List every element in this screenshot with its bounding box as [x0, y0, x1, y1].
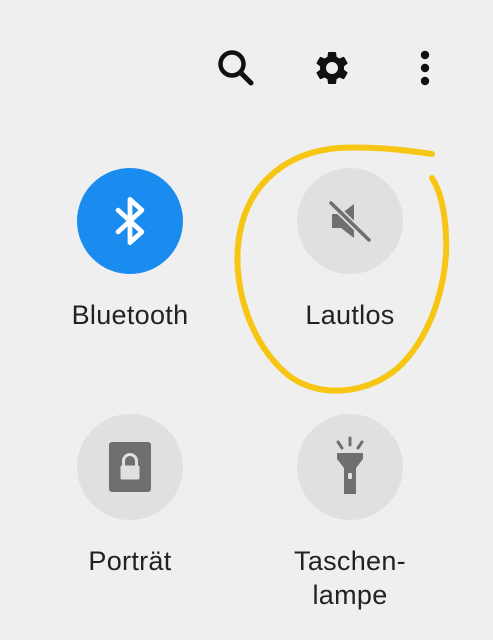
more-options-button[interactable] — [403, 46, 447, 90]
tile-label-flashlight: Taschen- lampe — [294, 544, 406, 612]
flashlight-icon — [336, 436, 364, 494]
tile-label-bluetooth: Bluetooth — [71, 300, 189, 330]
tile-silent: Lautlos — [260, 168, 440, 332]
tile-flashlight: Taschen- lampe — [260, 414, 440, 612]
tile-portrait: Porträt — [40, 414, 220, 578]
search-button[interactable] — [214, 46, 258, 90]
bluetooth-toggle[interactable] — [77, 168, 183, 274]
tile-label-flashlight-line2: lampe — [312, 580, 388, 610]
portrait-toggle[interactable] — [77, 414, 183, 520]
tile-bluetooth: Bluetooth — [40, 168, 220, 332]
flashlight-toggle[interactable] — [297, 414, 403, 520]
volume-mute-icon — [327, 199, 373, 244]
search-icon — [218, 50, 254, 86]
bluetooth-icon — [115, 196, 145, 246]
more-vert-icon — [420, 50, 430, 86]
settings-button[interactable] — [310, 46, 354, 90]
portrait-lock-icon — [109, 442, 151, 492]
tile-label-silent: Lautlos — [305, 300, 395, 330]
gear-icon — [316, 51, 348, 84]
tile-label-portrait: Porträt — [88, 546, 172, 576]
silent-toggle[interactable] — [297, 168, 403, 274]
tile-label-flashlight-line1: Taschen- — [294, 546, 406, 576]
